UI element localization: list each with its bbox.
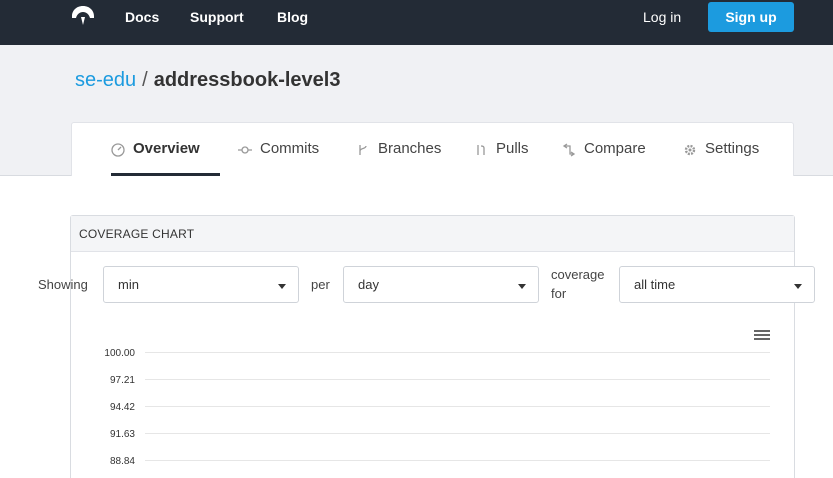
y-tick-label: 88.84 bbox=[110, 456, 135, 467]
tab-compare[interactable]: Compare bbox=[562, 140, 646, 176]
coverage-chart: 100.00 97.21 94.42 91.63 88.84 bbox=[104, 348, 770, 467]
nav-link-blog[interactable]: Blog bbox=[277, 9, 308, 25]
card-header: COVERAGE CHART bbox=[71, 216, 794, 252]
tab-label: Settings bbox=[705, 140, 760, 157]
gauge-icon bbox=[111, 143, 125, 157]
tab-branches[interactable]: Branches bbox=[356, 140, 441, 176]
login-link[interactable]: Log in bbox=[643, 9, 681, 25]
tab-settings[interactable]: Settings bbox=[683, 140, 759, 176]
repo-name-link[interactable]: addressbook-level3 bbox=[154, 69, 341, 91]
range-select[interactable]: all time bbox=[619, 266, 815, 303]
breadcrumb-separator: / bbox=[142, 69, 148, 91]
breadcrumb: se-edu / addressbook-level3 bbox=[75, 69, 340, 92]
coverage-for-label: coverage for bbox=[551, 267, 605, 301]
y-tick-label: 91.63 bbox=[110, 429, 135, 440]
compare-icon bbox=[562, 143, 576, 157]
showing-label: Showing bbox=[38, 277, 88, 292]
y-tick-label: 94.42 bbox=[110, 402, 135, 413]
chevron-down-icon bbox=[278, 284, 286, 289]
card-title: COVERAGE CHART bbox=[79, 227, 195, 241]
branch-icon bbox=[356, 143, 370, 157]
interval-select-value: day bbox=[358, 277, 379, 292]
signup-button[interactable]: Sign up bbox=[708, 2, 794, 32]
repo-owner-link[interactable]: se-edu bbox=[75, 69, 136, 91]
repo-header: se-edu / addressbook-level3 Overview Commi… bbox=[0, 45, 833, 176]
range-select-value: all time bbox=[634, 277, 676, 292]
tab-label: Commits bbox=[260, 140, 320, 157]
per-label: per bbox=[311, 277, 330, 292]
nav-link-docs[interactable]: Docs bbox=[125, 9, 159, 25]
metric-select-value: min bbox=[118, 277, 139, 292]
tab-pulls[interactable]: Pulls bbox=[474, 140, 529, 176]
tab-label: Overview bbox=[133, 140, 200, 157]
y-tick-label: 97.21 bbox=[110, 375, 135, 386]
tab-commits[interactable]: Commits bbox=[238, 140, 319, 176]
repo-tabs: Overview Commits Branches Pulls Compare bbox=[71, 122, 794, 176]
gear-icon bbox=[683, 143, 697, 157]
interval-select[interactable]: day bbox=[343, 266, 539, 303]
metric-select[interactable]: min bbox=[103, 266, 299, 303]
chevron-down-icon bbox=[794, 284, 802, 289]
codecov-logo-icon[interactable] bbox=[70, 3, 96, 29]
tab-label: Compare bbox=[584, 140, 646, 157]
y-tick-label: 100.00 bbox=[104, 348, 135, 359]
nav-link-support[interactable]: Support bbox=[190, 9, 244, 25]
chevron-down-icon bbox=[518, 284, 526, 289]
tab-label: Branches bbox=[378, 140, 442, 157]
commit-icon bbox=[238, 143, 252, 157]
tab-overview[interactable]: Overview bbox=[111, 140, 220, 176]
tab-label: Pulls bbox=[496, 140, 529, 157]
pull-request-icon bbox=[474, 143, 488, 157]
top-nav: Docs Support Blog Log in Sign up bbox=[0, 0, 833, 45]
